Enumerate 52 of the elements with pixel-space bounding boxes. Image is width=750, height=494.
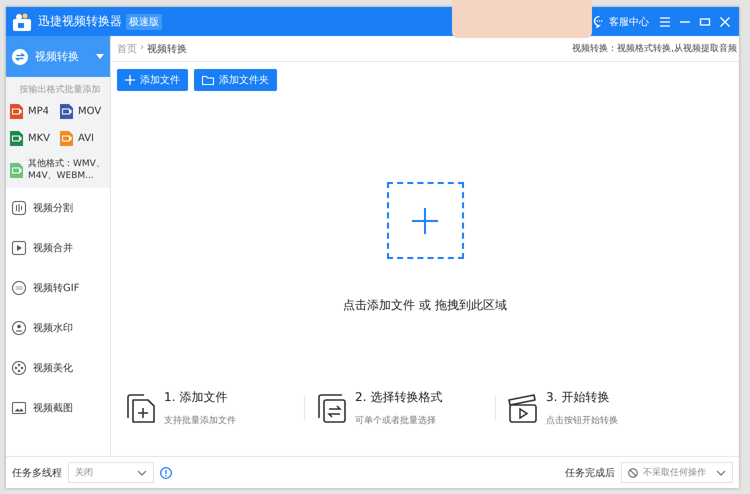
window-title: 迅捷视频转换器 xyxy=(38,13,122,30)
after-task-label: 任务完成后 xyxy=(565,466,615,480)
split-icon xyxy=(12,201,26,215)
sidebar-item[interactable]: 视频转GIF xyxy=(6,268,110,308)
chevron-down-icon xyxy=(137,470,147,476)
add-document-icon xyxy=(124,391,158,425)
step-subtitle: 点击按钮开始转换 xyxy=(546,414,618,427)
close-icon[interactable] xyxy=(718,14,732,28)
sidebar-item[interactable]: 视频分割 xyxy=(6,188,110,228)
format-option[interactable]: MKV xyxy=(10,131,60,146)
step-subtitle: 可单个或者批量选择 xyxy=(355,414,437,427)
support-button[interactable]: 客服中心 xyxy=(593,14,649,28)
prohibited-icon xyxy=(628,468,638,478)
step-title: 1. 添加文件 xyxy=(164,389,228,406)
sidebar-item[interactable]: 视频水印 xyxy=(6,308,110,348)
format-option[interactable]: AVI xyxy=(60,131,110,146)
add-folder-button[interactable]: 添加文件夹 xyxy=(194,69,277,91)
clapperboard-icon xyxy=(506,391,540,425)
menu-icon[interactable] xyxy=(658,14,672,28)
sidebar-item[interactable]: 视频合并 xyxy=(6,228,110,268)
drop-zone-text: 点击添加文件 或 拖拽到此区域 xyxy=(343,297,507,314)
plus-icon xyxy=(125,75,135,85)
page-description: 视频转换：视频格式转换,从视频提取音频 xyxy=(572,42,737,55)
image-icon xyxy=(12,401,26,415)
step-title: 3. 开始转换 xyxy=(546,389,610,406)
folder-icon xyxy=(202,75,214,85)
format-hint: 按输出格式批量添加 xyxy=(18,84,102,96)
swap-document-icon xyxy=(315,391,349,425)
threads-label: 任务多线程 xyxy=(12,466,62,480)
step-title: 2. 选择转换格式 xyxy=(355,389,442,406)
plus-icon xyxy=(412,208,438,234)
format-option[interactable]: 其他格式：WMV、M4V、WEBM... xyxy=(10,158,108,182)
sidebar-item[interactable]: 视频截图 xyxy=(6,388,110,428)
drop-zone-add-button[interactable] xyxy=(386,182,464,259)
person-circle-icon xyxy=(12,321,26,335)
gif-circle-icon xyxy=(12,281,26,295)
format-option[interactable]: MP4 xyxy=(10,104,60,119)
convert-circle-icon xyxy=(12,48,28,64)
after-task-dropdown[interactable]: 不采取任何操作 xyxy=(621,462,733,483)
step-subtitle: 支持批量添加文件 xyxy=(164,414,236,427)
film-reel-icon xyxy=(12,361,26,375)
sidebar-item[interactable]: 视频美化 xyxy=(6,348,110,388)
play-square-icon xyxy=(12,241,26,255)
info-icon[interactable] xyxy=(160,466,172,478)
add-file-button[interactable]: 添加文件 xyxy=(117,69,188,91)
edition-badge: 极速版 xyxy=(126,14,162,30)
app-logo-icon xyxy=(12,12,32,32)
breadcrumb-separator: › xyxy=(140,42,144,54)
format-option[interactable]: MOV xyxy=(60,104,110,119)
threads-dropdown[interactable]: 关闭 xyxy=(68,462,154,483)
breadcrumb-current: 视频转换 xyxy=(147,42,187,56)
chevron-down-icon xyxy=(716,470,726,476)
